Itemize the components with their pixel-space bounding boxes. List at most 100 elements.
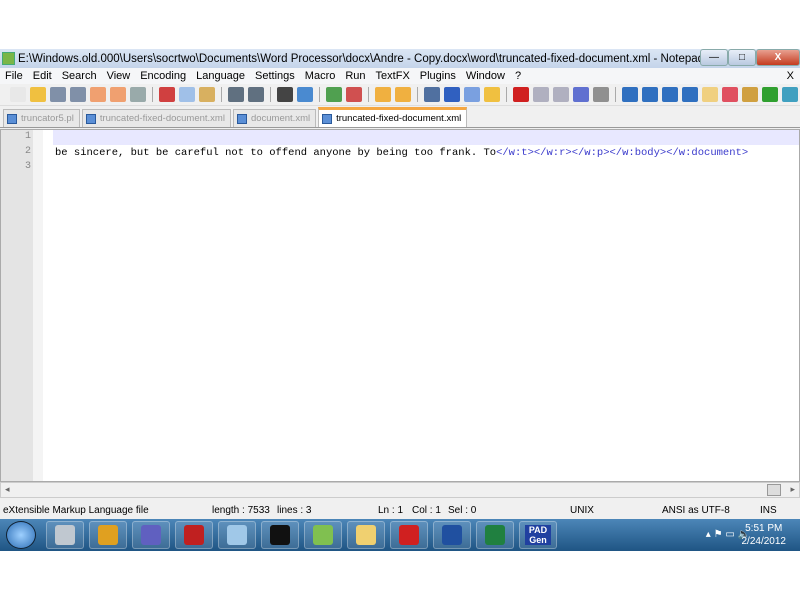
start-button[interactable] <box>6 521 36 549</box>
print-icon[interactable] <box>130 87 146 102</box>
current-line-highlight <box>53 130 799 145</box>
taskbar-filezilla[interactable] <box>175 521 213 549</box>
close-icon[interactable] <box>90 87 106 102</box>
folder-icon[interactable] <box>742 87 758 102</box>
heart-icon[interactable] <box>722 87 738 102</box>
taskbar-cmd[interactable] <box>261 521 299 549</box>
toolbar-separator <box>368 87 369 102</box>
menu-run[interactable]: Run <box>345 70 365 82</box>
horizontal-scrollbar[interactable]: ◂ ▸ <box>0 482 800 498</box>
up-icon[interactable] <box>642 87 658 102</box>
menu-file[interactable]: File <box>5 70 23 82</box>
replace-icon[interactable] <box>297 87 313 102</box>
doc-map-icon[interactable] <box>484 87 500 102</box>
cut-icon[interactable] <box>159 87 175 102</box>
play-macro-icon[interactable] <box>553 87 569 102</box>
clipboard-icon[interactable] <box>702 87 718 102</box>
window-title: E:\Windows.old.000\Users\socrtwo\Documen… <box>18 52 700 65</box>
save-all-icon[interactable] <box>70 87 86 102</box>
taskbar-padgen[interactable]: PAD Gen <box>519 521 557 549</box>
menu-edit[interactable]: Edit <box>33 70 52 82</box>
menu-macro[interactable]: Macro <box>305 70 336 82</box>
puzzle-icon <box>399 525 419 545</box>
tab-2[interactable]: document.xml <box>232 109 317 127</box>
paste-icon[interactable] <box>199 87 215 102</box>
toolbar-separator <box>319 87 320 102</box>
tab-1[interactable]: truncated-fixed-document.xml <box>81 109 231 127</box>
status-insert-mode: INS <box>760 505 777 516</box>
menu-settings[interactable]: Settings <box>255 70 295 82</box>
run-icon[interactable] <box>762 87 778 102</box>
stop-macro-icon[interactable] <box>533 87 549 102</box>
collapse-icon[interactable] <box>622 87 638 102</box>
taskbar-explorer[interactable] <box>347 521 385 549</box>
menu-language[interactable]: Language <box>196 70 245 82</box>
menu-view[interactable]: View <box>107 70 131 82</box>
indent-guide-icon[interactable] <box>464 87 480 102</box>
taskbar-puzzle[interactable] <box>390 521 428 549</box>
clock[interactable]: 5:51 PM 2/24/2012 <box>742 522 787 548</box>
scroll-left-arrow-icon[interactable]: ◂ <box>5 484 10 495</box>
menu-window[interactable]: Window <box>466 70 505 82</box>
open-file-icon[interactable] <box>30 87 46 102</box>
status-eol: UNIX <box>570 505 594 516</box>
cmd-icon <box>270 525 290 545</box>
minimize-button[interactable]: — <box>700 49 728 66</box>
toolbar <box>0 84 800 106</box>
zoom-in-icon[interactable] <box>326 87 342 102</box>
run-macro-multiple-icon[interactable] <box>573 87 589 102</box>
close-all-icon[interactable] <box>110 87 126 102</box>
line-number: 1 <box>24 131 31 142</box>
spellcheck-icon[interactable] <box>782 87 798 102</box>
taskbar-word[interactable] <box>433 521 471 549</box>
show-all-chars-icon[interactable] <box>444 87 460 102</box>
record-macro-icon[interactable] <box>513 87 529 102</box>
scroll-right-arrow-icon[interactable]: ▸ <box>790 484 795 495</box>
editor[interactable]: 1 2 3 be sincere, but be careful not to … <box>0 129 800 482</box>
menu-plugins[interactable]: Plugins <box>420 70 456 82</box>
tab-3[interactable]: truncated-fixed-document.xml <box>318 107 468 127</box>
taskbar-excel[interactable] <box>476 521 514 549</box>
text-content: be sincere, but be careful not to offend… <box>55 147 497 159</box>
save-icon[interactable] <box>50 87 66 102</box>
expand-icon[interactable] <box>682 87 698 102</box>
close-document-button[interactable]: X <box>787 70 794 82</box>
redo-icon[interactable] <box>248 87 264 102</box>
scroll-thumb[interactable] <box>767 484 781 496</box>
down-icon[interactable] <box>662 87 678 102</box>
taskbar-notepad[interactable] <box>218 521 256 549</box>
tab-0[interactable]: truncator5.pl <box>3 109 80 127</box>
close-button[interactable]: X <box>756 49 800 66</box>
undo-icon[interactable] <box>228 87 244 102</box>
menu-textfx[interactable]: TextFX <box>376 70 410 82</box>
sync-vertical-icon[interactable] <box>375 87 391 102</box>
menu-encoding[interactable]: Encoding <box>140 70 186 82</box>
zoom-out-icon[interactable] <box>346 87 362 102</box>
file-icon <box>236 113 247 124</box>
copy-icon[interactable] <box>179 87 195 102</box>
taskbar-app-unknown[interactable] <box>46 521 84 549</box>
save-macro-icon[interactable] <box>593 87 609 102</box>
line-number: 2 <box>24 146 31 157</box>
menu-search[interactable]: Search <box>62 70 97 82</box>
visual-studio-icon <box>141 525 161 545</box>
toolbar-separator <box>615 87 616 102</box>
new-file-icon[interactable] <box>10 87 26 102</box>
taskbar-notepadpp[interactable] <box>304 521 342 549</box>
windows-taskbar: PAD Gen ▴ ⚑ ▭ 🔈 5:51 PM 2/24/2012 <box>0 519 800 551</box>
clock-date: 2/24/2012 <box>741 536 787 547</box>
excel-icon <box>485 525 505 545</box>
maximize-button[interactable]: □ <box>728 49 756 66</box>
status-encoding: ANSI as UTF-8 <box>662 505 730 516</box>
word-wrap-icon[interactable] <box>424 87 440 102</box>
file-icon <box>85 113 96 124</box>
sync-horizontal-icon[interactable] <box>395 87 411 102</box>
file-icon <box>7 113 17 124</box>
menu-help[interactable]: ? <box>515 70 521 82</box>
taskbar-visual-studio[interactable] <box>132 521 170 549</box>
padgen-label: PAD Gen <box>525 525 551 545</box>
taskbar-chrome[interactable] <box>89 521 127 549</box>
toolbar-separator <box>221 87 222 102</box>
find-icon[interactable] <box>277 87 293 102</box>
notepadpp-icon <box>313 525 333 545</box>
